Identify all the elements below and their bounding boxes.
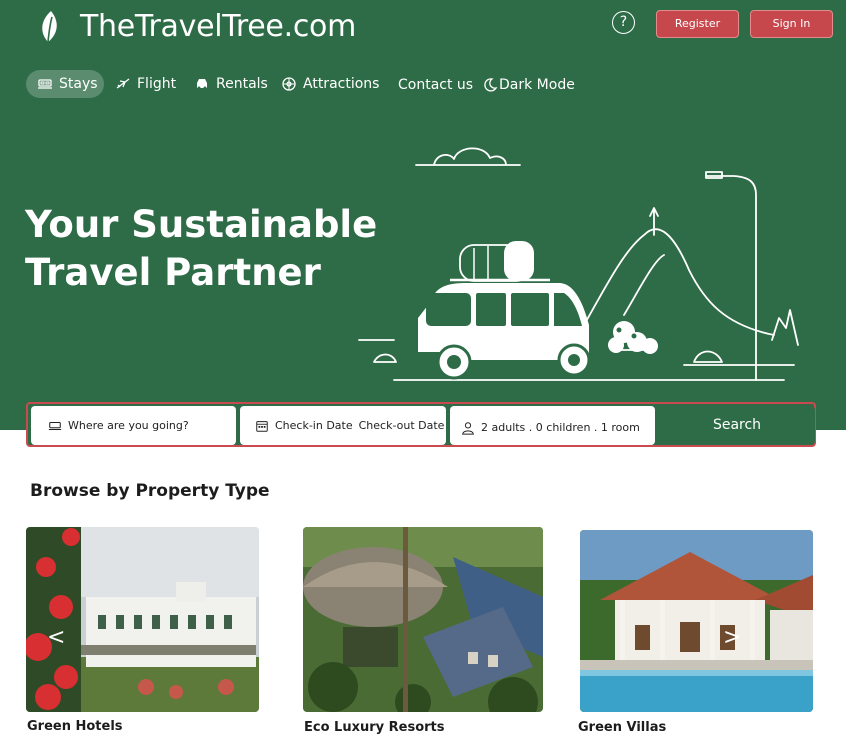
property-card-label[interactable]: Green Hotels [27, 719, 123, 734]
property-card-image-eco-luxury-resorts[interactable] [303, 527, 543, 712]
nav-label: Rentals [216, 76, 268, 92]
carousel-next-button[interactable]: > [723, 627, 741, 649]
leaf-icon [42, 11, 57, 43]
nav-item-contact[interactable]: Contact us [398, 71, 473, 99]
resort-photo [303, 527, 543, 712]
checkin-date: Check-in Date [275, 419, 353, 432]
date-range-picker[interactable]: Check-in Date Check-out Date [240, 406, 446, 445]
hotel-photo [26, 527, 259, 712]
question-circle-icon[interactable]: ? [612, 11, 635, 34]
hero-headline: Your Sustainable Travel Partner [25, 201, 377, 297]
destination-placeholder: Where are you going? [68, 419, 189, 432]
brand-logo[interactable]: TheTravelTree.com [36, 8, 356, 48]
car-icon [197, 79, 207, 90]
property-card-image-green-hotels[interactable] [26, 527, 259, 712]
calendar-icon [256, 420, 268, 432]
bed-icon [48, 421, 62, 430]
villa-photo [580, 530, 813, 712]
nav-label: Attractions [303, 76, 380, 92]
hero-headline-line-1: Your Sustainable [25, 203, 378, 246]
carousel-prev-button[interactable]: < [47, 627, 65, 649]
plane-icon [116, 78, 130, 89]
nav-item-flight[interactable]: Flight [115, 70, 176, 98]
property-card-label[interactable]: Eco Luxury Resorts [304, 720, 445, 735]
property-card-image-green-villas[interactable] [580, 530, 813, 712]
nav-item-attractions[interactable]: Attractions [281, 70, 379, 98]
nav-item-stays[interactable]: Stays [26, 70, 104, 98]
register-button[interactable]: Register [656, 10, 739, 38]
dark-mode-toggle[interactable]: Dark Mode [482, 71, 575, 99]
property-card-label[interactable]: Green Villas [578, 720, 666, 735]
destination-input[interactable]: Where are you going? [31, 406, 236, 445]
person-icon [462, 421, 474, 435]
nav-label: Stays [59, 76, 98, 92]
hero-headline-line-2: Travel Partner [25, 251, 321, 294]
nav-item-rentals[interactable]: Rentals [194, 70, 268, 98]
brand-name: TheTravelTree.com [80, 9, 356, 44]
search-button[interactable]: Search [659, 406, 815, 445]
browse-section-title: Browse by Property Type [30, 481, 270, 501]
nav-label: Contact us [398, 77, 474, 93]
moon-icon [484, 78, 498, 92]
ferris-wheel-icon [282, 77, 296, 91]
checkout-date: Check-out Date [358, 419, 445, 432]
guests-summary: 2 adults . 0 children . 1 room [481, 420, 640, 434]
bed-icon [38, 79, 52, 89]
search-bar: Where are you going? Check-in Date Check… [26, 402, 816, 447]
van-illustration [358, 147, 799, 381]
nav-label: Dark Mode [499, 77, 575, 93]
sign-in-button[interactable]: Sign In [750, 10, 833, 38]
guests-selector[interactable]: 2 adults . 0 children . 1 room [450, 406, 655, 445]
nav-label: Flight [137, 76, 177, 92]
